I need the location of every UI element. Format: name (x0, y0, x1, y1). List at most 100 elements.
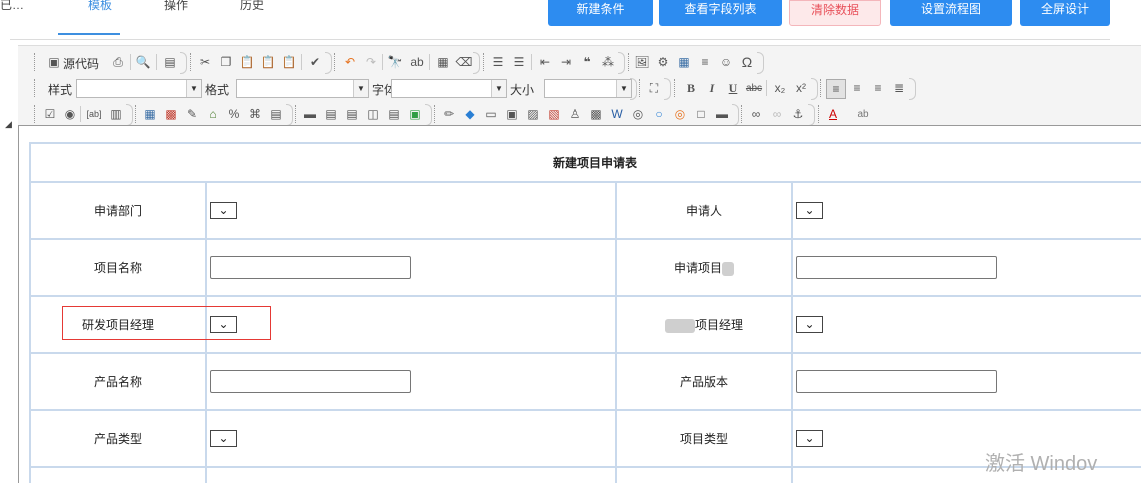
toolbar-handle[interactable] (820, 79, 824, 97)
bold-icon[interactable]: B (682, 79, 700, 97)
org-icon[interactable]: ⌘ (246, 105, 264, 123)
line-icon[interactable]: ▬ (713, 105, 731, 123)
bg-color-icon[interactable]: ab (854, 105, 872, 123)
editor-content[interactable]: 新建项目申请表 申请部门 ⌄ 申请人 ⌄ 项目名称 申请项目 研发项目经理 ⌄ … (18, 125, 1141, 483)
smiley-icon[interactable]: ☺ (717, 53, 735, 71)
new-condition-button[interactable]: 新建条件 (548, 0, 653, 26)
italic-icon[interactable]: I (703, 79, 721, 97)
calendar-icon[interactable]: ▩ (162, 105, 180, 123)
toolbar-handle[interactable] (434, 105, 438, 123)
clear-data-button[interactable]: 清除数据 (789, 0, 881, 26)
style-select[interactable]: ▼ (76, 79, 202, 98)
code-icon[interactable]: ◫ (364, 105, 382, 123)
image-icon[interactable]: 🖼 (633, 53, 651, 71)
align-center-icon[interactable]: ≡ (848, 79, 866, 97)
source-label[interactable]: 源代码 (63, 55, 99, 72)
div-icon[interactable]: ⁂ (599, 53, 617, 71)
toolbar-handle[interactable] (295, 105, 299, 123)
project-name-input[interactable] (210, 255, 411, 279)
anchor-icon[interactable]: ⚓ (789, 105, 807, 123)
find-icon[interactable]: 🔭 (386, 53, 404, 71)
field-list-button[interactable]: 查看字段列表 (659, 0, 782, 26)
flowchart-button[interactable]: 设置流程图 (890, 0, 1012, 26)
strike-icon[interactable]: abc (745, 79, 763, 97)
radio-icon[interactable]: ◉ (61, 105, 79, 123)
superscript-icon[interactable]: x² (792, 79, 810, 97)
bulleted-list-icon[interactable]: ☰ (510, 53, 528, 71)
toolbar-handle[interactable] (135, 105, 139, 123)
font-select[interactable]: ▼ (391, 79, 507, 98)
window-icon[interactable]: ▭ (482, 105, 500, 123)
subscript-icon[interactable]: x₂ (771, 79, 789, 97)
doc-icon[interactable]: ▤ (322, 105, 340, 123)
size-select[interactable]: ▼ (544, 79, 632, 98)
person-icon[interactable]: ♙ (566, 105, 584, 123)
table-icon[interactable]: ▦ (675, 53, 693, 71)
hline-icon[interactable]: ▬ (301, 105, 319, 123)
toolbar-handle[interactable] (34, 105, 38, 123)
grid-icon[interactable]: ▦ (141, 105, 159, 123)
layers-icon[interactable]: ◆ (461, 105, 479, 123)
bank-icon[interactable]: ⌂ (204, 105, 222, 123)
replace-icon[interactable]: ab (408, 53, 426, 71)
tab-history[interactable]: 历史 (240, 0, 276, 14)
pencil-icon[interactable]: ✏ (440, 105, 458, 123)
tab-operation[interactable]: 操作 (164, 0, 200, 14)
toolbar-handle[interactable] (190, 53, 194, 71)
indent-icon[interactable]: ⇥ (557, 53, 575, 71)
globe-icon[interactable]: ◎ (629, 105, 647, 123)
flash-icon[interactable]: ⚙ (654, 53, 672, 71)
product-version-input[interactable] (796, 369, 997, 393)
page-icon[interactable]: ▤ (343, 105, 361, 123)
tab-template[interactable]: 模板 (88, 0, 124, 14)
checkbox-icon[interactable]: ☑ (41, 105, 59, 123)
toolbar-handle[interactable] (741, 105, 745, 123)
cut-icon[interactable]: ✂ (196, 53, 214, 71)
circle-icon[interactable]: ○ (650, 105, 668, 123)
word-icon[interactable]: W (608, 105, 626, 123)
target-icon[interactable]: ◎ (671, 105, 689, 123)
textarea-icon[interactable]: ▥ (107, 105, 125, 123)
undo-icon[interactable]: ↶ (341, 53, 359, 71)
number-field-icon[interactable]: □ (692, 105, 710, 123)
maximize-icon[interactable]: ⛶ (645, 79, 663, 97)
copy-icon[interactable]: ❐ (217, 53, 235, 71)
qrcode-icon[interactable]: ▩ (587, 105, 605, 123)
horizontal-rule-icon[interactable]: ≡ (696, 53, 714, 71)
form-icon[interactable]: ▤ (267, 105, 285, 123)
select-all-icon[interactable]: ▦ (434, 53, 452, 71)
toolbar-handle[interactable] (34, 79, 38, 97)
collapse-toolbar-icon[interactable]: ◢ (5, 119, 15, 129)
save-icon[interactable]: ⎙ (109, 53, 127, 71)
source-icon[interactable]: ▣ (45, 53, 63, 71)
project-manager-select[interactable]: ⌄ (796, 315, 823, 333)
green-list-icon[interactable]: ▣ (406, 105, 424, 123)
macro-icon[interactable]: ✎ (183, 105, 201, 123)
calc-icon[interactable]: % (225, 105, 243, 123)
apply-project-input[interactable] (796, 255, 997, 279)
toolbar-handle[interactable] (628, 53, 632, 71)
textfield-icon[interactable]: [ab] (85, 105, 103, 123)
text-color-icon[interactable]: A (824, 105, 842, 123)
media-icon[interactable]: ▣ (503, 105, 521, 123)
spellcheck-icon[interactable]: ✔ (306, 53, 324, 71)
list-icon[interactable]: ▤ (385, 105, 403, 123)
template-icon[interactable]: ▤ (161, 53, 179, 71)
format-select[interactable]: ▼ (236, 79, 369, 98)
unlink-icon[interactable]: ∞ (768, 105, 786, 123)
toolbar-handle[interactable] (34, 53, 38, 71)
numbered-list-icon[interactable]: ☰ (489, 53, 507, 71)
toolbar-handle[interactable] (483, 53, 487, 71)
align-right-icon[interactable]: ≡ (869, 79, 887, 97)
product-type-select[interactable]: ⌄ (210, 429, 237, 447)
paste-word-icon[interactable]: 📋 (280, 53, 298, 71)
redo-icon[interactable]: ↷ (362, 53, 380, 71)
blockquote-icon[interactable]: ❝ (578, 53, 596, 71)
product-name-input[interactable] (210, 369, 411, 393)
photo-icon[interactable]: ▨ (524, 105, 542, 123)
preview-icon[interactable]: 🔍 (134, 53, 152, 71)
project-type-select[interactable]: ⌄ (796, 429, 823, 447)
outdent-icon[interactable]: ⇤ (536, 53, 554, 71)
toolbar-handle[interactable] (818, 105, 822, 123)
department-select[interactable]: ⌄ (210, 201, 237, 219)
